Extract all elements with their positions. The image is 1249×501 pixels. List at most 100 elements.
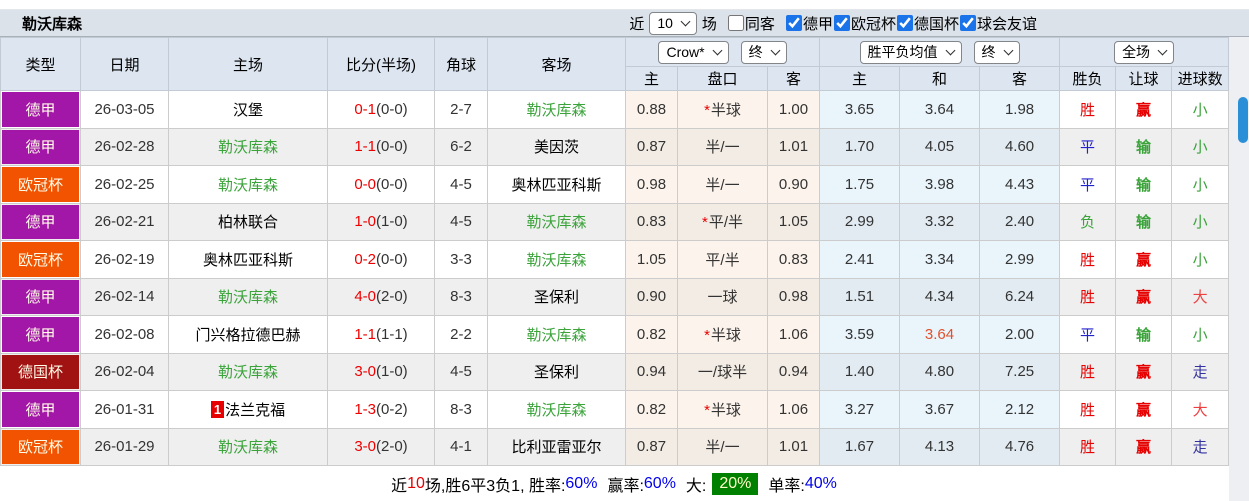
handicap-result-cell: 赢 (1115, 240, 1173, 279)
home-team: 勒沃库森 (168, 165, 328, 204)
league-filter-checkbox[interactable] (833, 15, 850, 31)
result-cell: 平 (1059, 165, 1117, 204)
corner-cell: 4-1 (434, 427, 488, 466)
avg-odds-select[interactable]: 胜平负均值 (859, 40, 962, 64)
avg-home-odds: 1.40 (819, 352, 901, 391)
avg-time-value: 终 (981, 44, 996, 60)
match-date: 26-03-05 (80, 90, 169, 129)
avg-home-odds: 3.27 (819, 390, 901, 429)
avg-home-odds: 1.75 (819, 165, 901, 204)
league-filter-checkbox[interactable] (959, 15, 976, 31)
score-cell: 0-1(0-0) (327, 90, 435, 129)
result-cell: 胜 (1059, 277, 1117, 316)
crow-home-odds: 0.88 (625, 90, 678, 129)
league-filter-checkbox[interactable] (785, 15, 802, 31)
crow-time-select[interactable]: 终 (740, 40, 787, 64)
table-row: 德甲 26-03-05 汉堡 0-1(0-0) 2-7 勒沃库森 0.88 *半球 1.00 3.… (0, 90, 1230, 129)
match-date: 26-01-29 (80, 427, 169, 466)
avg-away-odds: 2.12 (979, 390, 1061, 429)
league-cell: 欧冠杯 (0, 240, 81, 279)
league-badge: 德甲 (2, 204, 79, 239)
corner-cell: 2-7 (434, 90, 488, 129)
league-filter-label: 德甲 (802, 15, 833, 33)
league-cell: 德甲 (0, 277, 81, 316)
goals-cell: 小 (1171, 165, 1230, 204)
same-venue-checkbox[interactable] (727, 15, 744, 31)
crow-away-odds: 1.06 (766, 390, 821, 429)
crow-time-value: 终 (748, 44, 763, 60)
league-filter-checkbox[interactable] (896, 15, 913, 31)
corner-cell: 3-3 (434, 240, 488, 279)
crow-home-odds: 0.87 (625, 427, 678, 466)
league-cell: 德甲 (0, 315, 81, 354)
goals-cell: 小 (1171, 240, 1230, 279)
sub-header-avg-home: 主 (819, 66, 901, 91)
corner-cell: 4-5 (434, 202, 488, 241)
crow-away-odds: 0.94 (766, 352, 821, 391)
recent-matches-select[interactable]: 10 (649, 11, 697, 35)
away-team: 圣保利 (487, 277, 626, 316)
crow-away-odds: 1.06 (766, 315, 821, 354)
table-row: 欧冠杯 26-02-19 奥林匹亚科斯 0-2(0-0) 3-3 勒沃库森 1.05 平/半 0… (0, 240, 1230, 279)
crow-away-odds: 0.90 (766, 165, 821, 204)
goals-cell: 走 (1171, 427, 1230, 466)
crow-home-odds: 0.83 (625, 202, 678, 241)
league-badge: 欧冠杯 (2, 429, 79, 464)
crow-home-odds: 0.98 (625, 165, 678, 204)
league-filter-德甲[interactable]: 德甲 (785, 13, 833, 34)
league-badge: 德国杯 (2, 354, 79, 389)
avg-away-odds: 4.60 (979, 127, 1061, 166)
crow-away-odds: 1.01 (766, 127, 821, 166)
away-team: 勒沃库森 (487, 240, 626, 279)
score-cell: 3-0(1-0) (327, 352, 435, 391)
league-filter-球会友谊[interactable]: 球会友谊 (959, 13, 1037, 34)
scrollbar-track[interactable] (1229, 37, 1249, 501)
top-strip (0, 0, 1249, 10)
avg-away-odds: 7.25 (979, 352, 1061, 391)
crow-away-odds: 0.83 (766, 240, 821, 279)
table-row: 德甲 26-02-21 柏林联合 1-0(1-0) 4-5 勒沃库森 0.83 *平/半 1.0… (0, 202, 1230, 241)
crow-home-odds: 0.87 (625, 127, 678, 166)
goals-cell: 大 (1171, 277, 1230, 316)
result-cell: 平 (1059, 315, 1117, 354)
away-team: 比利亚雷亚尔 (487, 427, 626, 466)
col-header-home: 主场 (168, 37, 328, 91)
table-row: 德甲 26-01-31 1 法兰克福 1-3(0-2) 8-3 勒沃库森 0.82 *半球 1.0… (0, 390, 1230, 429)
avg-away-odds: 4.76 (979, 427, 1061, 466)
match-history-table: 类型 日期 主场 比分(半场) 角球 客场 Crow* 终 胜平负均值 终 全场… (0, 37, 1230, 466)
hot-star-icon: * (704, 101, 710, 119)
league-cell: 德甲 (0, 127, 81, 166)
same-venue-filter[interactable]: 同客 (727, 13, 775, 34)
scope-group-header: 全场 (1059, 37, 1230, 67)
away-team: 勒沃库森 (487, 390, 626, 429)
away-team: 勒沃库森 (487, 90, 626, 129)
league-filter-德国杯[interactable]: 德国杯 (896, 13, 959, 34)
avg-home-odds: 3.65 (819, 90, 901, 129)
avg-away-odds: 6.24 (979, 277, 1061, 316)
corner-cell: 6-2 (434, 127, 488, 166)
match-date: 26-02-21 (80, 202, 169, 241)
big-rate-badge: 20% (712, 473, 759, 495)
avg-time-select[interactable]: 终 (973, 40, 1020, 64)
table-row: 欧冠杯 26-01-29 勒沃库森 3-0(2-0) 4-1 比利亚雷亚尔 0.87 半/一 1… (0, 427, 1230, 466)
league-filter-欧冠杯[interactable]: 欧冠杯 (833, 13, 896, 34)
corner-cell: 8-3 (434, 390, 488, 429)
league-cell: 德甲 (0, 90, 81, 129)
scope-value: 全场 (1122, 44, 1151, 60)
home-team: 奥林匹亚科斯 (168, 240, 328, 279)
handicap-result-cell: 赢 (1115, 390, 1173, 429)
sub-header-goals: 进球数 (1171, 66, 1230, 91)
corner-cell: 8-3 (434, 277, 488, 316)
result-cell: 负 (1059, 202, 1117, 241)
goals-cell: 小 (1171, 315, 1230, 354)
chevron-down-icon (1003, 45, 1013, 55)
table-row: 德国杯 26-02-04 勒沃库森 3-0(1-0) 4-5 圣保利 0.94 一/球半 0.9… (0, 352, 1230, 391)
scrollbar-thumb[interactable] (1238, 97, 1248, 143)
crow-company-select[interactable]: Crow* (658, 40, 729, 64)
match-date: 26-02-25 (80, 165, 169, 204)
sub-header-avg-draw: 和 (899, 66, 981, 91)
handicap-cell: *半球 (677, 315, 768, 354)
league-badge: 欧冠杯 (2, 242, 79, 277)
summary-near: 近 (391, 478, 408, 495)
scope-select[interactable]: 全场 (1114, 40, 1175, 64)
